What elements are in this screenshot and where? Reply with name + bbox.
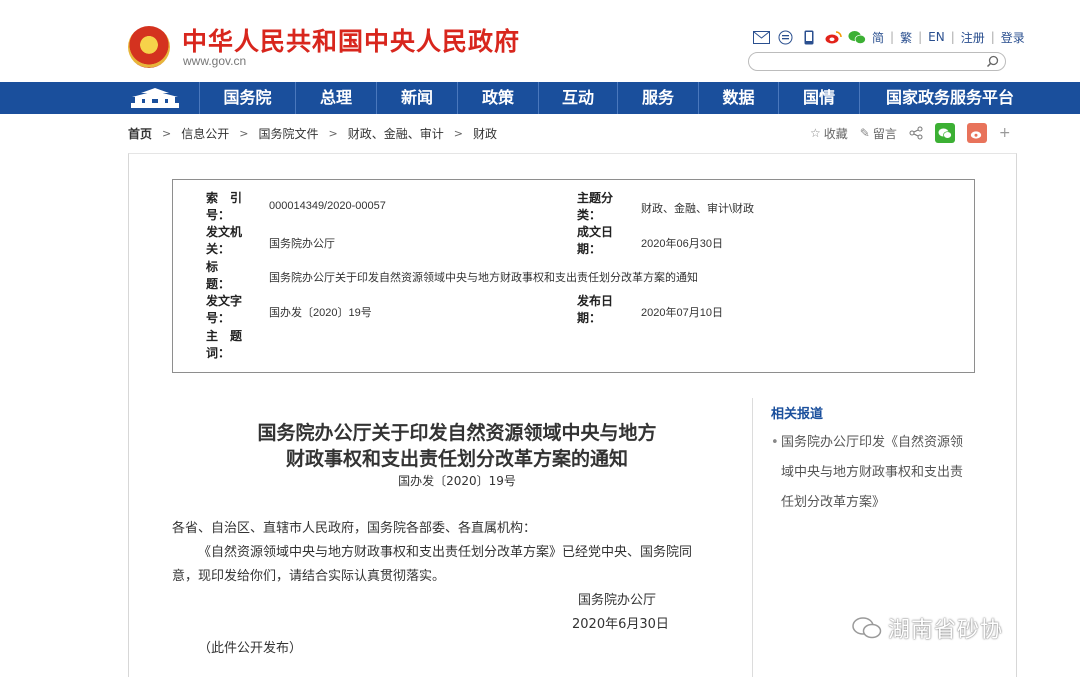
chevron-right-icon: >: [239, 126, 249, 140]
breadcrumb-info-disclosure[interactable]: 信息公开: [181, 125, 229, 142]
national-emblem-icon[interactable]: [128, 26, 170, 68]
article-sign-date: 2020年6月30日: [572, 617, 669, 632]
nav-item-services[interactable]: 服务: [618, 82, 698, 114]
article-signature: 国务院办公厅: [578, 593, 657, 608]
publish-date-value: 2020年07月10日: [641, 307, 723, 319]
chevron-right-icon: >: [162, 126, 172, 140]
search-icon[interactable]: [986, 55, 999, 68]
share-toolbar: ☆ 收藏 ✎ 留言 +: [810, 122, 1011, 144]
keywords-label: 主 题词：: [206, 329, 243, 360]
category-label: 主题分 类：: [577, 191, 614, 222]
issuer-label: 发文机 关：: [206, 225, 243, 256]
chevron-right-icon: >: [453, 126, 463, 140]
nav-item-state-council[interactable]: 国务院: [200, 82, 295, 114]
publish-date-label: 发布日 期：: [577, 294, 614, 325]
breadcrumb: 首页 > 信息公开 > 国务院文件 > 财政、金融、审计 > 财政: [128, 124, 507, 142]
index-value: 000014349/2020-00057: [269, 200, 386, 212]
sidebar-divider: [752, 398, 753, 677]
login-link[interactable]: 登录: [1001, 29, 1025, 46]
toolbar-divider: |: [990, 30, 995, 44]
date-label: 成文日 期：: [577, 225, 614, 256]
lang-english-link[interactable]: EN: [928, 30, 945, 44]
favorite-button[interactable]: ☆ 收藏: [810, 125, 848, 142]
bullet-icon: •: [771, 435, 779, 450]
nav-item-policy[interactable]: 政策: [458, 82, 538, 114]
lang-traditional-link[interactable]: 繁: [900, 29, 912, 46]
article-body-line2: 意，现印发给你们，请结合实际认真贯彻落实。: [172, 569, 446, 584]
related-report-link[interactable]: • 国务院办公厅印发《自然资源领 域中央与地方财政事权和支出责 任划分改革方案》: [771, 428, 981, 518]
main-nav: 国务院 总理 新闻 政策 互动 服务 数据 国情 国家政务服务平台: [0, 82, 1080, 114]
mobile-icon[interactable]: [800, 29, 818, 45]
article-title: 国务院办公厅关于印发自然资源领域中央与地方 财政事权和支出责任划分改革方案的通知: [257, 422, 657, 470]
nav-item-premier[interactable]: 总理: [296, 82, 376, 114]
related-reports-title: 相关报道: [771, 407, 824, 422]
comment-button[interactable]: ✎ 留言: [860, 125, 897, 142]
nav-item-interaction[interactable]: 互动: [539, 82, 617, 114]
mail-icon[interactable]: [752, 29, 770, 45]
chevron-right-icon: >: [328, 126, 338, 140]
breadcrumb-home[interactable]: 首页: [128, 125, 152, 142]
toolbar-divider: |: [950, 30, 955, 44]
nav-item-news[interactable]: 新闻: [377, 82, 457, 114]
date-value: 2020年06月30日: [641, 238, 723, 250]
nav-item-national-info[interactable]: 国情: [779, 82, 859, 114]
tiananmen-home-icon[interactable]: [128, 87, 182, 109]
nav-item-data[interactable]: 数据: [699, 82, 778, 114]
site-url[interactable]: www.gov.cn: [183, 54, 246, 68]
category-value: 财政、金融、审计\财政: [641, 203, 755, 215]
toolbar-divider: |: [890, 30, 895, 44]
share-wechat-icon[interactable]: [934, 123, 955, 143]
share-more-button[interactable]: +: [999, 125, 1011, 141]
watermark-text: 湖南省砂协: [888, 618, 1004, 643]
weibo-icon[interactable]: [824, 29, 842, 45]
wechat-watermark: 湖南省砂协: [852, 612, 1003, 644]
star-icon: ☆: [810, 126, 821, 140]
share-weibo-icon[interactable]: [966, 123, 987, 143]
index-label: 索 引号：: [206, 191, 243, 222]
share-icon[interactable]: [909, 126, 923, 140]
doc-number-value: 国办发〔2020〕19号: [269, 307, 372, 319]
header-toolbar: 简 | 繁 | EN | 注册 | 登录: [752, 28, 1025, 46]
wechat-icon[interactable]: [848, 29, 866, 45]
breadcrumb-state-council-docs[interactable]: 国务院文件: [258, 125, 318, 142]
chat-icon[interactable]: [776, 29, 794, 45]
pencil-icon: ✎: [859, 126, 870, 140]
article-salutation: 各省、自治区、直辖市人民政府，国务院各部委、各直属机构：: [172, 521, 537, 536]
favorite-label: 收藏: [823, 126, 848, 141]
breadcrumb-finance-category[interactable]: 财政、金融、审计: [348, 125, 444, 142]
title-value: 国务院办公厅关于印发自然资源领域中央与地方财政事权和支出责任划分改革方案的通知: [269, 272, 698, 284]
doc-number-label: 发文字 号：: [206, 294, 243, 325]
site-header: 中华人民共和国中央人民政府 www.gov.cn 简 | 繁 | EN | 注册…: [0, 0, 1080, 82]
comment-label: 留言: [872, 126, 897, 141]
article-body-line1: 《自然资源领域中央与地方财政事权和支出责任划分改革方案》已经党中央、国务院同: [198, 545, 693, 560]
title-label: 标 题：: [206, 260, 243, 291]
nav-item-gov-service-platform[interactable]: 国家政务服务平台: [860, 82, 1040, 114]
search-box[interactable]: [748, 52, 1006, 71]
article-doc-number: 国办发〔2020〕19号: [398, 474, 516, 488]
issuer-value: 国务院办公厅: [269, 238, 335, 250]
register-link[interactable]: 注册: [961, 29, 985, 46]
wechat-watermark-icon: [852, 617, 882, 639]
lang-simplified-link[interactable]: 简: [872, 29, 884, 46]
breadcrumb-finance[interactable]: 财政: [473, 125, 497, 142]
site-title[interactable]: 中华人民共和国中央人民政府: [182, 22, 520, 58]
article-publish-note: （此件公开发布）: [198, 641, 303, 656]
toolbar-divider: |: [918, 30, 923, 44]
